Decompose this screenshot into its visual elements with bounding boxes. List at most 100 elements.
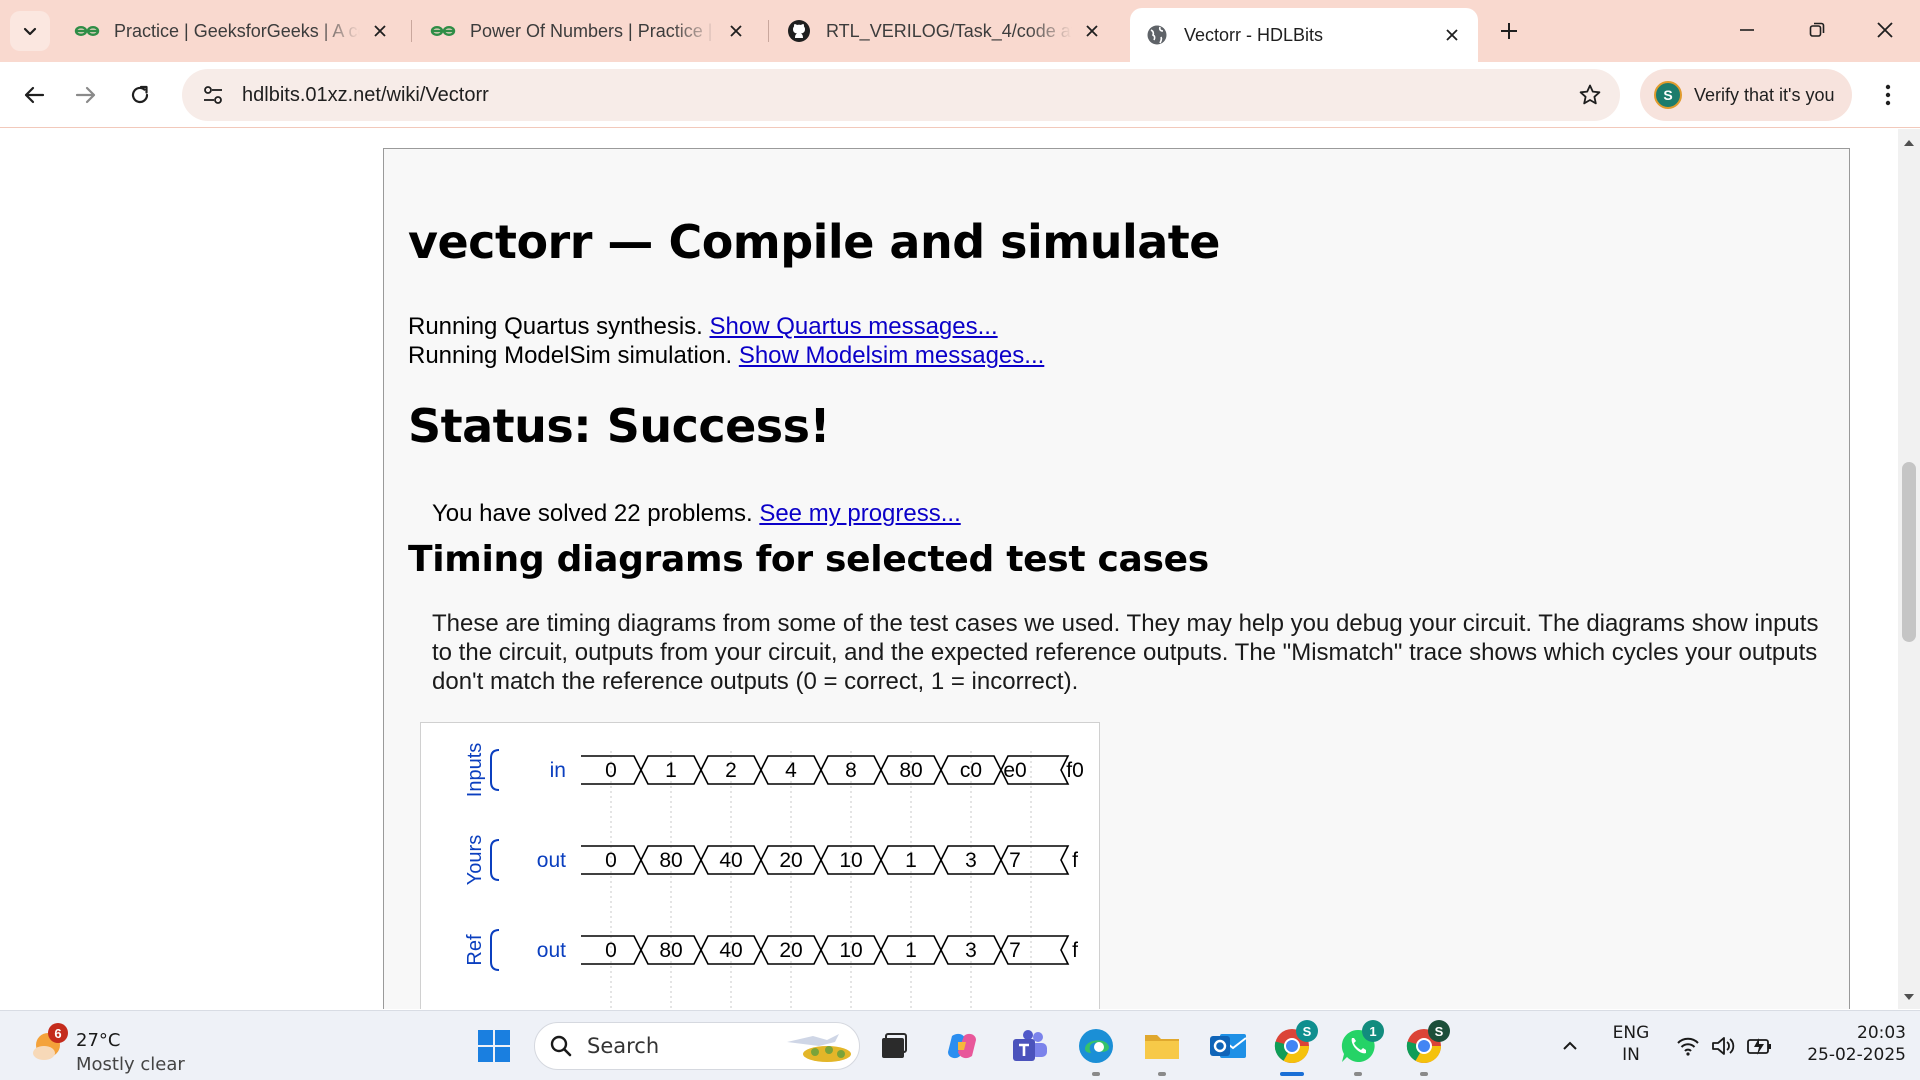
profile-verify-button[interactable]: S Verify that it's you <box>1640 69 1852 121</box>
edge-button[interactable] <box>1072 1022 1120 1076</box>
search-icon <box>550 1035 572 1057</box>
show-hidden-icons-button[interactable] <box>1550 1022 1590 1070</box>
clock[interactable]: 20:03 25-02-2025 <box>1796 1023 1906 1065</box>
address-bar[interactable]: hdlbits.01xz.net/wiki/Vectorr <box>182 69 1620 121</box>
trace-value: 80 <box>899 759 922 782</box>
trace-group-bracket <box>490 749 500 791</box>
github-icon <box>786 20 812 42</box>
taskbar-search[interactable]: Search <box>534 1022 860 1070</box>
teams-button[interactable] <box>1006 1022 1054 1070</box>
trace-value: e0 <box>1003 759 1026 782</box>
clock-time: 20:03 <box>1857 1023 1906 1043</box>
volume-button[interactable] <box>1706 1022 1742 1070</box>
show-quartus-messages-link[interactable]: Show Quartus messages... <box>710 313 998 340</box>
tab-power-of-numbers[interactable]: Power Of Numbers | Practice | GeeksforGe… <box>416 8 762 54</box>
battery-button[interactable] <box>1742 1022 1778 1070</box>
page-title: vectorr — Compile and simulate <box>408 215 1220 269</box>
url-text: hdlbits.01xz.net/wiki/Vectorr <box>242 83 489 106</box>
trace-value: 1 <box>905 939 917 962</box>
outlook-button[interactable] <box>1204 1022 1252 1070</box>
trace-value: f <box>1072 849 1078 872</box>
bookmark-star-icon[interactable] <box>1572 77 1608 113</box>
chrome-profile-2-button[interactable]: S <box>1400 1020 1450 1076</box>
timing-description: These are timing diagrams from some of t… <box>432 610 1819 695</box>
close-tab-icon[interactable] <box>724 19 748 43</box>
scroll-down-arrow-icon[interactable] <box>1903 991 1915 1003</box>
trace-value: 7 <box>1009 849 1021 872</box>
result-panel: vectorr — Compile and simulate Running Q… <box>383 148 1850 1009</box>
site-info-icon[interactable] <box>190 75 236 115</box>
wifi-button[interactable] <box>1670 1022 1706 1070</box>
start-button[interactable] <box>470 1022 518 1070</box>
close-tab-icon[interactable] <box>1080 19 1104 43</box>
running-indicator <box>1354 1072 1362 1076</box>
trace-group-label: Ref <box>464 934 486 966</box>
teams-profile-badge: S <box>1428 1020 1450 1042</box>
tab-search-button[interactable] <box>10 11 50 51</box>
reload-button[interactable] <box>120 75 160 115</box>
search-placeholder: Search <box>587 1034 660 1058</box>
progress-text: You have solved 22 problems. <box>432 500 760 527</box>
running-indicator <box>1420 1072 1428 1076</box>
more-vertical-icon <box>1885 84 1891 106</box>
weather-widget[interactable]: 6 27°C Mostly clear <box>26 1021 186 1075</box>
tab-vectorr-hdlbits[interactable]: Vectorr - HDLBits <box>1130 8 1478 62</box>
browser-menu-button[interactable] <box>1868 75 1908 115</box>
trace-value: f <box>1072 939 1078 962</box>
running-indicator <box>1158 1072 1166 1076</box>
trace-group-label: Inputs <box>464 743 486 797</box>
restore-icon <box>1809 22 1825 37</box>
edge-icon <box>1079 1029 1113 1063</box>
globe-icon <box>1144 24 1170 46</box>
page-scrollbar[interactable] <box>1898 129 1920 1009</box>
wifi-icon <box>1677 1037 1699 1056</box>
language-indicator[interactable]: ENG IN <box>1606 1023 1656 1065</box>
close-tab-icon[interactable] <box>368 19 392 43</box>
trace-value: 0 <box>605 849 617 872</box>
arrow-left-icon <box>24 86 45 104</box>
verify-label: Verify that it's you <box>1694 84 1835 105</box>
quartus-text: Running Quartus synthesis. <box>408 313 710 340</box>
signal-name: out <box>537 939 566 962</box>
trace-value: c0 <box>960 759 982 782</box>
browser-toolbar: hdlbits.01xz.net/wiki/Vectorr S Verify t… <box>0 62 1920 128</box>
weather-temp: 27°C <box>76 1030 121 1051</box>
tab-geeksforgeeks-practice[interactable]: Practice | GeeksforGeeks | A computer sc… <box>60 8 406 54</box>
whatsapp-button[interactable]: 1 <box>1334 1020 1384 1076</box>
trace-value: 20 <box>779 849 802 872</box>
show-modelsim-messages-link[interactable]: Show Modelsim messages... <box>739 342 1044 369</box>
folder-icon <box>1145 1035 1179 1059</box>
trace-value: 80 <box>659 849 682 872</box>
task-view-button[interactable] <box>870 1022 918 1070</box>
back-button[interactable] <box>14 75 54 115</box>
language-label: ENG <box>1612 1023 1650 1043</box>
scroll-up-arrow-icon[interactable] <box>1903 137 1915 149</box>
windows-taskbar: 6 27°C Mostly clear Search S 1 S ENG IN … <box>0 1010 1920 1080</box>
close-window-button[interactable] <box>1850 0 1920 60</box>
forward-button[interactable] <box>66 75 106 115</box>
trace-value: 8 <box>845 759 857 782</box>
new-tab-button[interactable] <box>1490 12 1528 50</box>
see-my-progress-link[interactable]: See my progress... <box>759 500 960 527</box>
chrome-button[interactable]: S <box>1268 1020 1318 1076</box>
volume-icon <box>1712 1037 1735 1055</box>
timing-diagram-svg: Inputs in 0 1 2 4 8 80 c0 e0 f0Yours out 0 80 40 20 10 1 3… <box>464 743 1084 1009</box>
tab-github-rtl-verilog[interactable]: RTL_VERILOG/Task_4/code at main <box>772 8 1118 54</box>
quartus-line: Running Quartus synthesis. Show Quartus … <box>408 313 998 341</box>
copilot-icon <box>948 1033 976 1059</box>
trace-value: 10 <box>839 849 862 872</box>
chrome-profile-badge: S <box>1296 1020 1318 1042</box>
file-explorer-button[interactable] <box>1138 1022 1186 1076</box>
signal-name: out <box>537 849 566 872</box>
task-view-icon <box>882 1033 907 1058</box>
whatsapp-notification-badge: 1 <box>1362 1020 1384 1042</box>
restore-button[interactable] <box>1782 0 1852 60</box>
teams-icon <box>1013 1030 1047 1061</box>
scrollbar-thumb[interactable] <box>1902 462 1916 642</box>
copilot-button[interactable] <box>938 1022 986 1070</box>
close-icon <box>1877 22 1893 38</box>
minimize-button[interactable] <box>1712 0 1782 60</box>
close-tab-icon[interactable] <box>1440 23 1464 47</box>
minimize-icon <box>1740 29 1754 31</box>
trace-value: 1 <box>665 759 677 782</box>
